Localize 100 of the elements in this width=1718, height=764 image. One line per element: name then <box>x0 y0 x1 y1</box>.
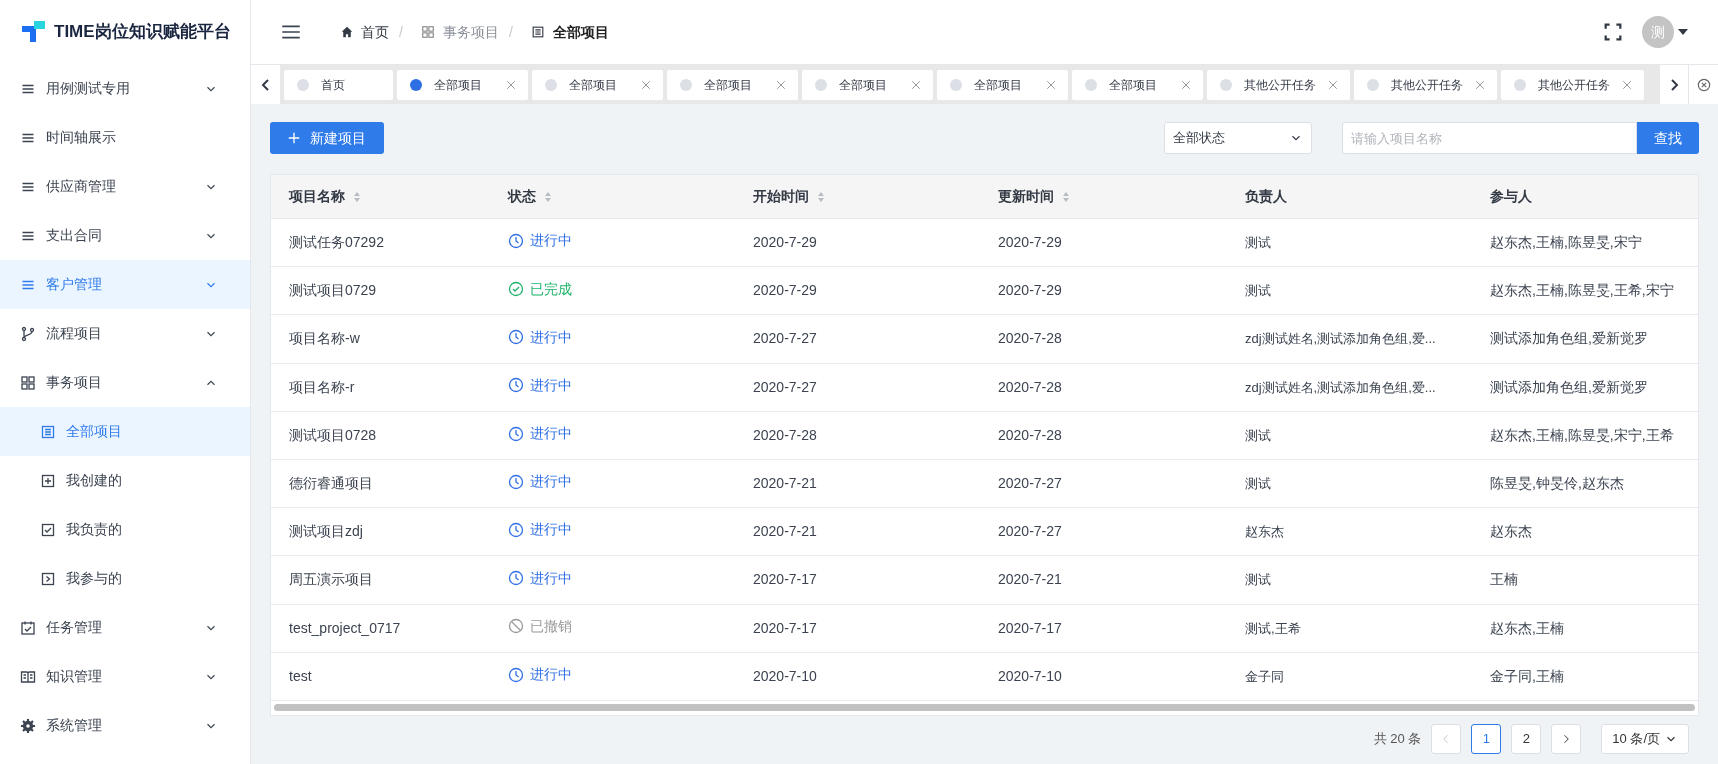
list-icon <box>40 423 56 440</box>
table-cell: 项目名称-w <box>289 330 360 347</box>
page-tab[interactable]: 全部项目 <box>1072 69 1203 100</box>
close-icon <box>1622 79 1632 90</box>
table-cell: 赵东杰,王楠,陈昱旻,宋宁 <box>1490 234 1642 251</box>
sidebar-subitem[interactable]: 我创建的 <box>0 456 250 505</box>
clock-icon <box>508 329 524 346</box>
settings-icon <box>20 717 36 734</box>
sidebar-subitem[interactable]: 全部项目 <box>0 407 250 456</box>
table-cell: 测试 <box>1245 572 1271 588</box>
sidebar-item[interactable]: 支出合同 <box>0 211 250 260</box>
close-icon <box>1475 79 1485 90</box>
sidebar-item[interactable]: 客户管理 <box>0 260 250 309</box>
page-button[interactable]: 1 <box>1471 724 1502 754</box>
sort-icon[interactable] <box>1062 190 1070 203</box>
next-page-button[interactable] <box>1551 724 1582 754</box>
table-cell: 2020-7-29 <box>753 234 817 251</box>
page-tab[interactable]: 全部项目 <box>397 69 528 100</box>
sidebar-subitem[interactable]: 我参与的 <box>0 554 250 603</box>
sidebar-item[interactable]: 时间轴展示 <box>0 113 250 162</box>
project-search-field[interactable]: 请输入项目名称 <box>1342 122 1637 154</box>
sidebar-item[interactable]: 用例测试专用 <box>0 64 250 113</box>
table-cell: 2020-7-17 <box>998 619 1062 636</box>
table-cell: 2020-7-21 <box>753 523 817 540</box>
page-size-select[interactable]: 10 条/页 <box>1601 724 1689 754</box>
table-cell: 测试添加角色组,爱新觉罗 <box>1490 330 1648 347</box>
table-cell: test <box>289 667 312 684</box>
close-icon <box>1046 79 1056 90</box>
prev-page-button[interactable] <box>1431 724 1462 754</box>
table-cell: 测试项目0728 <box>289 426 377 443</box>
status-label: 进行中 <box>508 519 572 541</box>
clock-icon <box>508 666 524 683</box>
list-icon <box>530 25 545 39</box>
page-tab[interactable]: 全部项目 <box>937 69 1068 100</box>
status-label: 进行中 <box>508 326 572 348</box>
status-label: 进行中 <box>508 423 572 445</box>
sidebar-subitem[interactable]: 我负责的 <box>0 505 250 554</box>
sort-icon[interactable] <box>544 190 552 203</box>
sidebar-item[interactable]: 事务项目 <box>0 358 250 407</box>
sidebar-item[interactable]: 知识管理 <box>0 652 250 701</box>
breadcrumb-link[interactable]: 全部项目 <box>552 21 609 43</box>
table-cell: 赵东杰,王楠,陈昱旻,王希,宋宁 <box>1490 282 1674 299</box>
table-cell: 测试,王希 <box>1245 620 1301 636</box>
brand-title: TIME岗位知识赋能平台 <box>54 21 231 44</box>
total-count: 共 20 条 <box>1373 730 1422 749</box>
table-cell: 2020-7-10 <box>998 667 1062 684</box>
column-header: 负责人 <box>1245 187 1287 206</box>
tabs-scroll-right-button[interactable] <box>1660 65 1688 104</box>
sidebar-item[interactable]: 供应商管理 <box>0 162 250 211</box>
page-button[interactable]: 2 <box>1511 724 1542 754</box>
page-tab[interactable]: 其他公开任务 <box>1501 69 1644 100</box>
search-button[interactable]: 查找 <box>1637 122 1699 154</box>
calendar-check-icon <box>20 619 36 636</box>
table-cell: zdj测试姓名,测试添加角色组,爱... <box>1245 379 1436 395</box>
sort-icon[interactable] <box>353 190 361 203</box>
plus-square-icon <box>40 472 56 489</box>
check-square-icon <box>40 521 56 538</box>
page-tab[interactable]: 全部项目 <box>802 69 933 100</box>
page-tab[interactable]: 全部项目 <box>532 69 663 100</box>
close-icon <box>506 79 516 90</box>
page-tab[interactable]: 全部项目 <box>667 69 798 100</box>
table-cell: 赵东杰,王楠 <box>1490 619 1564 636</box>
sort-icon[interactable] <box>817 190 825 203</box>
column-header: 项目名称 <box>289 187 345 206</box>
scrollbar[interactable] <box>274 704 1695 712</box>
sidebar-item[interactable]: 系统管理 <box>0 701 250 750</box>
caret-icon[interactable] <box>1678 29 1688 35</box>
table-cell: 测试 <box>1245 283 1271 299</box>
table-cell: zdj测试姓名,测试添加角色组,爱... <box>1245 331 1436 347</box>
close-all-tabs-button[interactable] <box>1688 65 1718 104</box>
table-cell: 测试 <box>1245 476 1271 492</box>
status-select[interactable]: 全部状态 <box>1164 122 1312 154</box>
column-header: 更新时间 <box>998 187 1054 206</box>
table-cell: 2020-7-27 <box>998 475 1062 492</box>
table-cell: 赵东杰 <box>1245 524 1284 540</box>
status-label: 进行中 <box>508 471 572 493</box>
clock-icon <box>508 521 524 538</box>
clock-icon <box>508 473 524 490</box>
book-icon <box>20 668 36 685</box>
ban-icon <box>508 618 524 635</box>
column-header: 参与人 <box>1490 187 1532 206</box>
breadcrumb-link[interactable]: 首页 <box>361 21 389 43</box>
page-tab[interactable]: 其他公开任务 <box>1207 69 1350 100</box>
close-icon <box>641 79 651 90</box>
sidebar-item[interactable]: 任务管理 <box>0 603 250 652</box>
new-project-button[interactable]: 新建项目 <box>270 122 384 154</box>
table-cell: 周五演示项目 <box>289 571 373 588</box>
table-cell: 项目名称-r <box>289 378 355 395</box>
fullscreen-button[interactable] <box>1604 23 1622 41</box>
table-cell: test_project_0717 <box>289 619 401 636</box>
table-cell: 2020-7-17 <box>753 619 817 636</box>
page-tab[interactable]: 其他公开任务 <box>1354 69 1497 100</box>
tabs-scroll-left-button[interactable] <box>251 65 280 104</box>
table-cell: 测试添加角色组,爱新觉罗 <box>1490 378 1648 395</box>
sidebar-item[interactable]: 流程项目 <box>0 309 250 358</box>
table-cell: 2020-7-28 <box>998 378 1062 395</box>
clock-icon <box>508 425 524 442</box>
page-tab[interactable]: 首页 <box>284 69 393 100</box>
table-cell: 2020-7-29 <box>998 234 1062 251</box>
table-cell: 2020-7-10 <box>753 667 817 684</box>
